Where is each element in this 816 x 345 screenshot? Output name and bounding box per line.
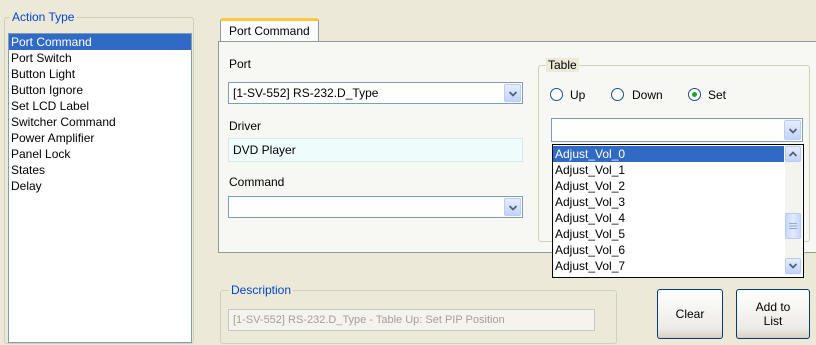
chevron-up-icon [789, 151, 797, 157]
port-dropdown-button[interactable] [504, 84, 521, 102]
chevron-down-icon [789, 128, 797, 134]
radio-up[interactable] [550, 88, 563, 101]
port-combo[interactable]: [1-SV-552] RS-232.D_Type [228, 82, 523, 104]
radio-set-label: Set [708, 88, 727, 102]
action-type-item[interactable]: Button Light [9, 66, 191, 82]
dropdown-scrollbar[interactable] [785, 145, 802, 275]
command-combo[interactable] [228, 196, 523, 218]
chevron-down-icon [509, 205, 517, 211]
dropdown-item[interactable]: Adjust_Vol_3 [553, 194, 784, 210]
tab-port-command[interactable]: Port Command [220, 18, 319, 41]
action-type-item[interactable]: Port Switch [9, 50, 191, 66]
driver-field: DVD Player [228, 138, 523, 162]
table-legend: Table [546, 58, 579, 72]
radio-set[interactable] [688, 88, 701, 101]
table-dropdown-list[interactable]: Adjust_Vol_0 Adjust_Vol_1 Adjust_Vol_2 Adju… [552, 144, 804, 278]
dropdown-item[interactable]: Adjust_Vol_7 [553, 258, 784, 274]
dropdown-item[interactable]: Adjust_Vol_1 [553, 162, 784, 178]
table-combo[interactable] [551, 118, 803, 142]
action-type-item[interactable]: Button Ignore [9, 82, 191, 98]
dropdown-item[interactable]: Adjust_Vol_4 [553, 210, 784, 226]
scroll-up-button[interactable] [785, 146, 801, 162]
scroll-thumb[interactable] [785, 213, 801, 239]
action-type-item[interactable]: Panel Lock [9, 146, 191, 162]
action-type-item[interactable]: States [9, 162, 191, 178]
tab-port-command-label: Port Command [229, 24, 310, 38]
radio-down-label: Down [632, 88, 663, 102]
port-combo-value: [1-SV-552] RS-232.D_Type [233, 86, 379, 100]
dropdown-item[interactable]: Adjust_Vol_2 [553, 178, 784, 194]
chevron-down-icon [509, 91, 517, 97]
radio-down[interactable] [611, 88, 624, 101]
chevron-down-icon [789, 263, 797, 269]
clear-button[interactable]: Clear [657, 289, 723, 339]
action-type-item[interactable]: Set LCD Label [9, 98, 191, 114]
action-type-list[interactable]: Port Command Port Switch Button Light Butto… [8, 33, 192, 343]
clear-button-label: Clear [675, 307, 705, 321]
description-legend: Description [229, 283, 294, 297]
command-dropdown-button[interactable] [504, 198, 521, 216]
driver-value: DVD Player [233, 143, 296, 157]
radio-set-dot [692, 92, 697, 97]
command-label: Command [229, 175, 285, 189]
description-field: [1-SV-552] RS-232.D_Type - Table Up: Set… [228, 309, 595, 331]
description-value: [1-SV-552] RS-232.D_Type - Table Up: Set… [233, 314, 505, 326]
driver-label: Driver [229, 119, 261, 133]
dropdown-item[interactable]: Adjust_Vol_0 [553, 146, 784, 162]
action-type-item[interactable]: Power Amplifier [9, 130, 191, 146]
grip-icon [789, 223, 797, 229]
action-type-item[interactable]: Delay [9, 178, 191, 194]
table-dropdown-button[interactable] [784, 120, 801, 140]
action-type-legend: Action Type [10, 10, 77, 24]
scroll-down-button[interactable] [785, 258, 801, 274]
dropdown-items: Adjust_Vol_0 Adjust_Vol_1 Adjust_Vol_2 Adju… [553, 146, 784, 274]
action-type-item[interactable]: Switcher Command [9, 114, 191, 130]
add-to-list-button[interactable]: Add to List [736, 289, 810, 339]
action-type-item[interactable]: Port Command [9, 34, 191, 50]
add-to-list-button-label: Add to List [755, 300, 791, 328]
dropdown-item[interactable]: Adjust_Vol_6 [553, 242, 784, 258]
radio-up-label: Up [570, 88, 586, 102]
dropdown-item[interactable]: Adjust_Vol_5 [553, 226, 784, 242]
port-label: Port [229, 57, 252, 71]
